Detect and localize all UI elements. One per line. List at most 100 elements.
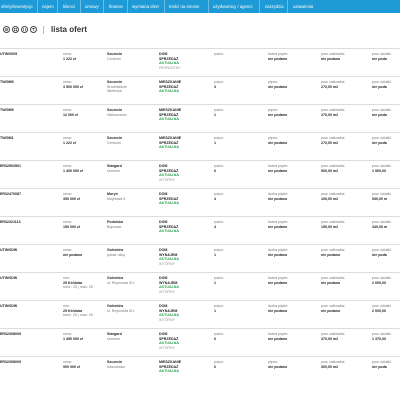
offer-area: pow. całkowita: 100,00 m2	[321, 192, 345, 201]
nav-item-rent[interactable]: najem	[41, 0, 55, 13]
offer-area: pow. całkowita: 150,00 m2	[321, 220, 345, 229]
offer-id[interactable]: UTW/0005	[0, 52, 17, 57]
offer-rooms-rooms: 4	[214, 224, 216, 229]
offer-plot-plot: 2 000,00	[372, 308, 386, 313]
offer-id-id: ER32503501	[0, 164, 21, 168]
offer-rooms-rooms-label: pokoi:	[214, 360, 224, 364]
offer-plot-plot-label: pow. działki:	[372, 304, 392, 308]
list-view-button[interactable]	[3, 26, 10, 33]
offer-rooms-rooms: 6	[214, 364, 216, 369]
offer-location-area-name: centrum	[107, 336, 120, 341]
offer-row[interactable]: UTW/0DW cena: nie podano Goleniów pokaż ulic…	[0, 244, 400, 272]
nav-separator	[37, 0, 38, 13]
offer-rooms-rooms-label: pokoi:	[214, 164, 224, 168]
offer-area: pow. całkowita: 270,00 m2	[321, 136, 345, 145]
nav-item-contracts[interactable]: umowy	[84, 0, 100, 13]
offer-floor-floor-label: liczba pięter:	[268, 52, 289, 56]
offer-floor-floor-label: liczba pięter:	[268, 248, 289, 252]
nav-item-offer-exchange[interactable]: wymiana ofert	[131, 0, 160, 13]
offer-location-area-name: Kaszubska	[107, 364, 125, 369]
offer-area: pow. całkowita: 370,00 m2	[321, 332, 345, 341]
offer-rooms-rooms-label: pokoi:	[214, 332, 224, 336]
offer-type: DOM SPRZEDAŻ AKTUALNA	[159, 220, 179, 234]
offer-price-price: 350 000 zł	[63, 196, 80, 201]
offer-row[interactable]: ER32503501 cena: 1 400 000 zł Stargard centr…	[0, 160, 400, 188]
offer-type: DOM SPRZEDAŻ AKTUALNA PIERWOTNY	[159, 52, 181, 70]
offer-floor: piętro: nie podano	[268, 136, 287, 145]
offer-area-area: 100,00 m2	[321, 196, 339, 201]
offer-floor-floor: nie podano	[268, 196, 288, 201]
offer-location: Stargard centrum	[107, 164, 122, 173]
offer-rooms: pokoi: 1	[214, 276, 224, 285]
offer-row[interactable]: TW/0M1 cena: 1 222 zł Szczecin Centrum MIESZK…	[0, 132, 400, 160]
offer-floor-floor: nie podano	[268, 84, 288, 89]
offer-area: pow. całkowita: 300,00 m2	[321, 360, 345, 369]
offer-type: DOM WYNAJEM AKTUALNA WTÓRNY	[159, 276, 179, 294]
offer-type-status: AKTUALNA	[159, 229, 179, 234]
offer-area-area-label: pow. całkowita:	[321, 332, 346, 336]
nav-item-tools[interactable]: narzędzia	[264, 0, 285, 13]
offer-id[interactable]: UTW/0DW	[0, 304, 17, 309]
nav-item-settings[interactable]: ustawienia	[292, 0, 314, 13]
offer-id[interactable]: ER32308009	[0, 360, 21, 365]
nav-item-offers[interactable]: oferty/inwestycje	[0, 0, 34, 13]
offer-location: Stargard centrum	[107, 332, 122, 341]
offer-rooms: pokoi: 1	[214, 136, 224, 145]
offer-plot: pow. działki: nie poda	[372, 52, 391, 61]
offer-id[interactable]: ER32308009	[0, 332, 21, 337]
offer-location: Goleniów ul. Reymonta 5/1	[107, 276, 134, 285]
offer-id[interactable]: ER32470087	[0, 192, 21, 197]
offer-location: Szczecin Niebuszewo	[107, 108, 127, 117]
offer-floor-floor: nie podano	[268, 336, 288, 341]
map-view-button[interactable]	[21, 26, 28, 33]
offer-row[interactable]: TW/0M5 cena: 12 000 zł Szczecin Niebuszewo MI…	[0, 104, 400, 132]
offer-id-id: ER32470087	[0, 192, 21, 196]
filter-button[interactable]	[30, 26, 37, 33]
nav-item-users[interactable]: użytkownicy / agenci	[212, 0, 253, 13]
offer-id[interactable]: TW/0M1	[0, 136, 14, 141]
top-navigation: oferty/inwestycje najem klienci umowy fi…	[0, 0, 400, 13]
offer-location: Goleniów pokaż ulicę	[107, 248, 125, 257]
offer-row[interactable]: UTW/0DW min: 25 Kč/doba śred.: 25 | max: 25…	[0, 300, 400, 328]
offer-id[interactable]: TW/0M5	[0, 108, 14, 113]
offer-id[interactable]: UTW/0DW	[0, 276, 17, 281]
offer-row[interactable]: UTW/0DW min: 25 Kč/doba śred.: 25 | max: 25…	[0, 272, 400, 300]
offer-row[interactable]: UTW/0005 cena: 1 222 zł Szczecin Centrum DOM S…	[0, 48, 400, 76]
offer-type: MIESZKANIE SPRZEDAŻ AKTUALNA	[159, 360, 181, 374]
offer-area-area: 270,00 m2	[321, 112, 339, 117]
offer-location-city: Szczecin	[107, 136, 123, 140]
offer-id[interactable]: ER32503501	[0, 164, 21, 169]
offer-location: Goleniów ul. Reymonta 5/1	[107, 304, 134, 313]
offer-area: pow. całkowita: nie podano	[321, 276, 345, 285]
offer-price: cena: 1 450 000 zł	[63, 332, 83, 341]
offer-floor-floor-label: liczba pięter:	[268, 192, 289, 196]
offer-location-area-name: Niebuszewo	[107, 112, 127, 117]
nav-item-clients[interactable]: klienci	[62, 0, 76, 13]
offer-id[interactable]: UTW/0DW	[0, 248, 17, 253]
offer-plot-plot: nie poda	[372, 84, 387, 89]
nav-separator	[208, 0, 209, 13]
nav-item-site-content[interactable]: treści na stronie	[168, 0, 200, 13]
offer-floor-floor-label: liczba pięter:	[268, 332, 289, 336]
offer-rooms-rooms-label: pokoi:	[214, 248, 224, 252]
grid-view-button[interactable]	[12, 26, 19, 33]
offer-row[interactable]: TW/0M5 cena: 3 500 000 zł Szczecin Śródmieśc…	[0, 76, 400, 104]
offer-row[interactable]: ER32470087 cena: 350 000 zł Moryń Mojetowa 5…	[0, 188, 400, 216]
offer-id-id: UTW/0DW	[0, 248, 18, 252]
offer-price: cena: 1 222 zł	[63, 136, 76, 145]
offer-price: min: 25 Kč/doba śred.: 25 | max: 25	[63, 276, 93, 290]
offer-price: cena: 900 000 zł	[63, 360, 80, 369]
offer-row[interactable]: ER32308009 cena: 1 450 000 zł Stargard centr…	[0, 328, 400, 356]
offer-type-type: MIESZKANIE	[159, 108, 182, 112]
offer-id[interactable]: TW/0M5	[0, 80, 14, 85]
offer-area: pow. całkowita: 270,00 m2	[321, 80, 345, 89]
offer-area-area: nie podano	[321, 280, 341, 285]
offer-row[interactable]: ER32308009 cena: 900 000 zł Szczecin Kaszubs…	[0, 356, 400, 384]
offer-id[interactable]: ER32321113	[0, 220, 21, 225]
nav-item-finance[interactable]: finanse	[108, 0, 124, 13]
nav-separator	[57, 0, 58, 13]
nav-separator	[287, 0, 288, 13]
offer-plot: pow. działki: 2 000,00	[372, 304, 391, 313]
grid-icon	[14, 28, 17, 31]
offer-row[interactable]: ER32321113 cena: 150 000 zł Podolsko Bojowic…	[0, 216, 400, 244]
